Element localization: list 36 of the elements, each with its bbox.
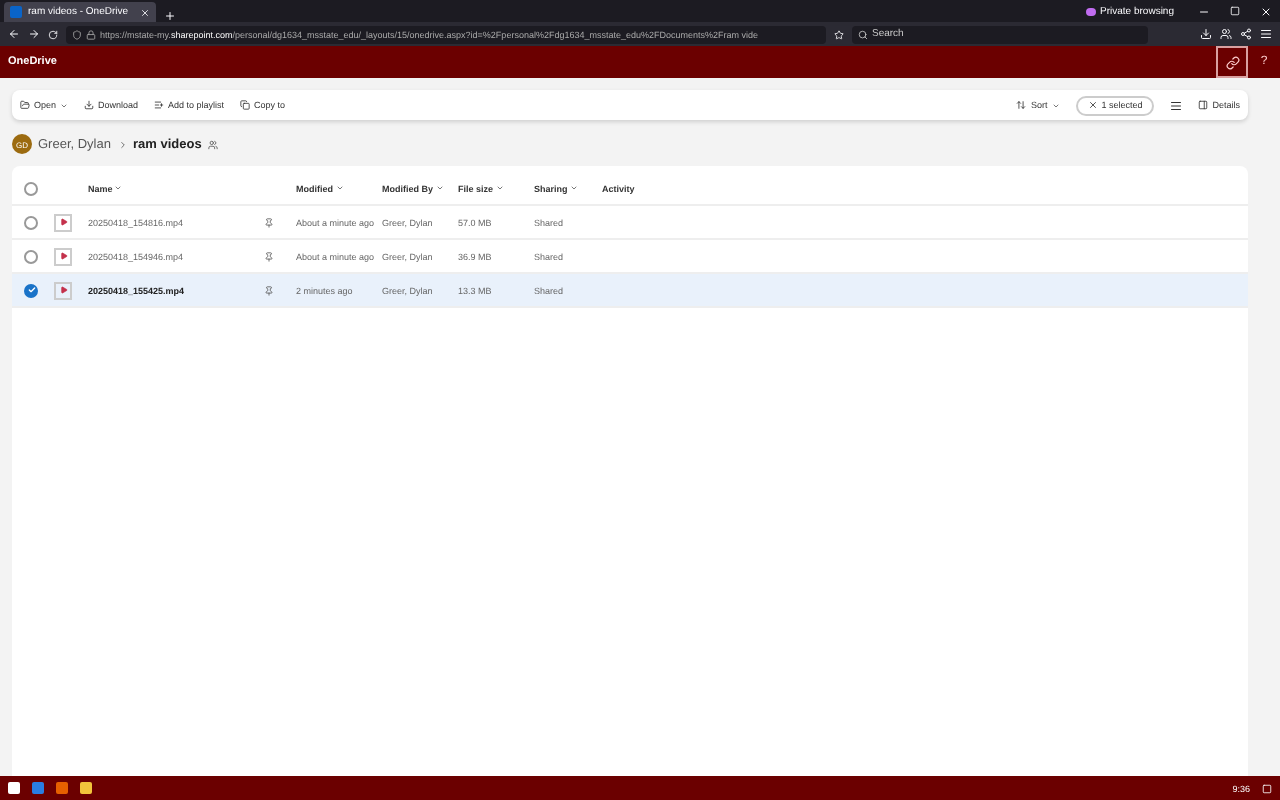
lock-icon xyxy=(86,29,96,39)
download-icon[interactable] xyxy=(1200,28,1212,40)
video-file-icon xyxy=(54,213,72,231)
link-icon xyxy=(1225,55,1239,69)
close-icon[interactable] xyxy=(1260,5,1272,17)
row-checkbox[interactable] xyxy=(24,215,38,229)
sort-icon xyxy=(1016,100,1027,110)
pin-icon xyxy=(264,251,274,261)
new-tab-icon[interactable] xyxy=(164,10,176,22)
video-file-icon xyxy=(54,281,72,299)
maximize-icon[interactable] xyxy=(1230,6,1240,16)
menu-icon[interactable] xyxy=(1260,28,1272,40)
reload-icon[interactable] xyxy=(48,29,58,39)
search-icon xyxy=(858,29,868,39)
bookmark-icon[interactable] xyxy=(834,29,844,39)
view-options-icon[interactable] xyxy=(1170,99,1183,111)
back-icon[interactable] xyxy=(8,28,20,40)
notification-icon[interactable] xyxy=(1262,783,1272,793)
account-icon[interactable] xyxy=(1220,28,1232,40)
download-icon xyxy=(84,100,95,110)
copy-icon xyxy=(240,100,251,110)
row-checkbox[interactable] xyxy=(24,283,38,297)
share-icon[interactable] xyxy=(1240,28,1252,40)
chevron-icon xyxy=(117,139,127,149)
select-all-checkbox[interactable] xyxy=(24,181,38,195)
row-checkbox[interactable] xyxy=(24,249,38,263)
share-button[interactable] xyxy=(1216,46,1248,78)
forward-icon[interactable] xyxy=(28,28,40,40)
video-file-icon xyxy=(54,247,72,265)
shield-icon xyxy=(72,29,82,39)
shared-icon xyxy=(207,139,218,149)
minimize-icon[interactable] xyxy=(1198,5,1210,17)
pin-icon xyxy=(264,217,274,227)
pin-icon xyxy=(264,285,274,295)
playlist-icon xyxy=(154,100,165,110)
panel-icon xyxy=(1198,100,1209,110)
